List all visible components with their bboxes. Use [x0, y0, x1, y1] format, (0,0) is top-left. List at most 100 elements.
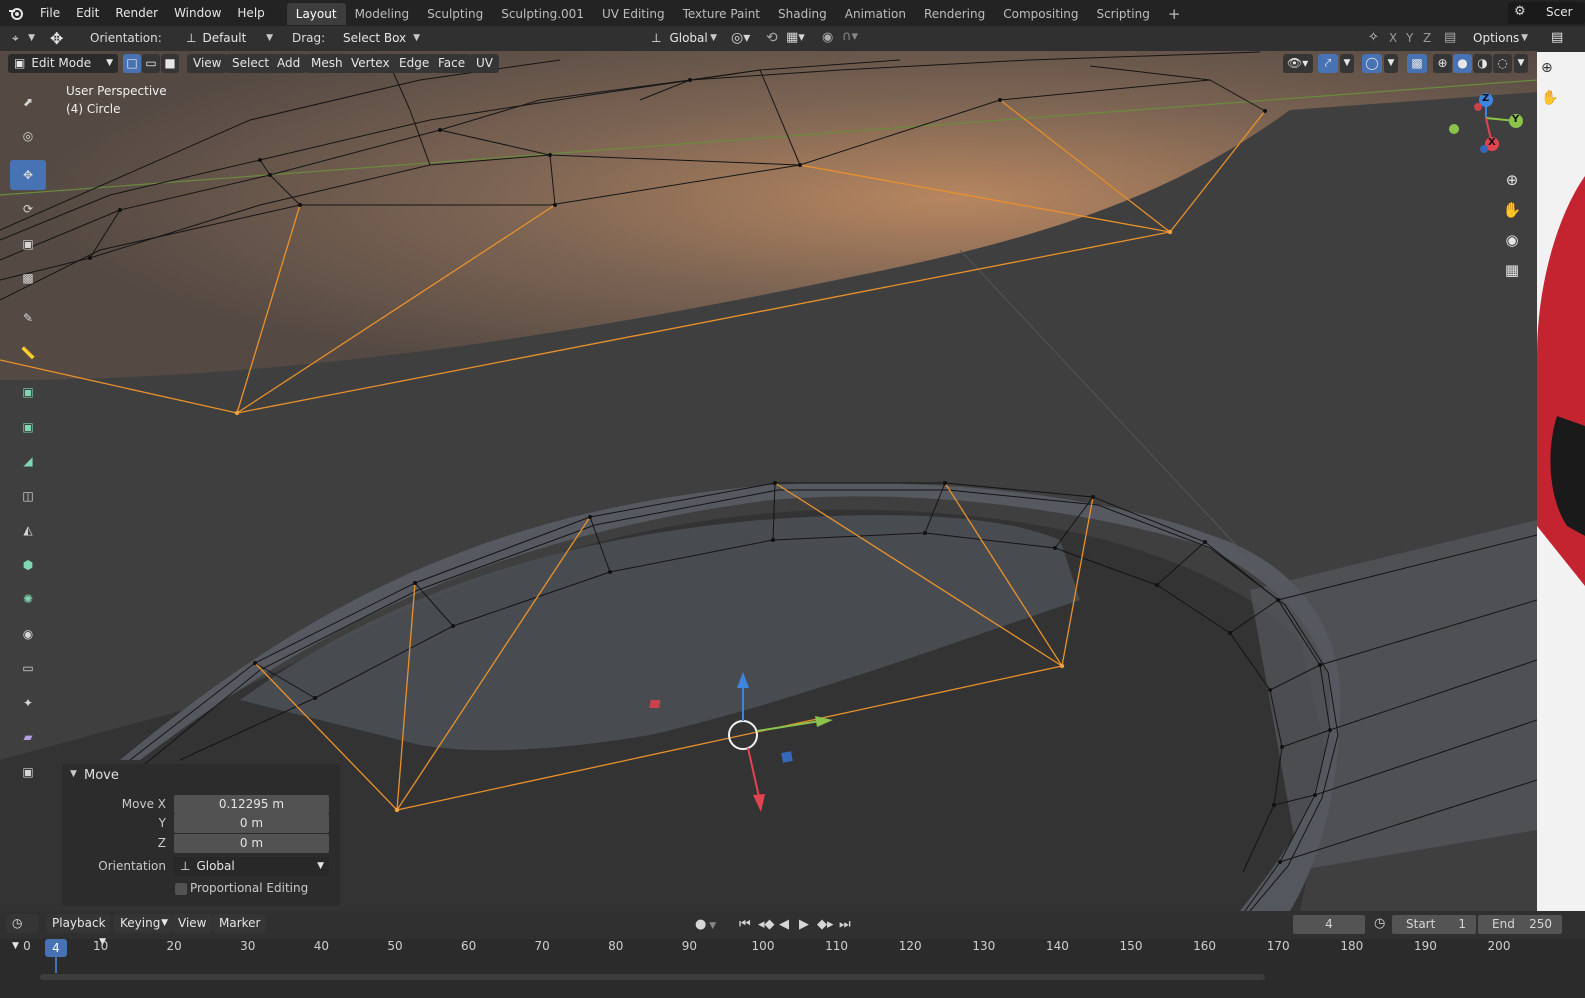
move-operator-panel[interactable]: ▼ Move Move X 0.12295 m Y 0 m Z 0 m Orie… — [62, 764, 340, 906]
visibility-icon[interactable]: 👁▾ — [1283, 54, 1313, 73]
orientation-dropdown[interactable]: ⊥ Default ▼ — [180, 29, 278, 48]
timeline-view-menu[interactable]: View — [172, 914, 213, 933]
material-shading-icon[interactable]: ◑ — [1473, 54, 1492, 73]
extrude-tool-icon[interactable]: ▣ — [10, 377, 46, 407]
snap-icon[interactable]: ⟲ — [766, 30, 778, 46]
pan-hand-icon[interactable]: ✋ — [1500, 199, 1524, 223]
tab-layout[interactable]: Layout — [286, 3, 346, 25]
add-workspace-button[interactable]: + — [1159, 3, 1190, 25]
timeline-scrollbar[interactable] — [40, 974, 1265, 980]
keying-menu[interactable]: Keying ▼ — [114, 914, 172, 933]
menu-window[interactable]: Window — [166, 0, 229, 26]
vertex-select-button[interactable]: □ — [123, 54, 141, 73]
wireframe-shading-icon[interactable]: ⊕ — [1433, 54, 1452, 73]
measure-tool-icon[interactable]: 📏 — [10, 338, 46, 368]
orientation-select[interactable]: ⊥ Global ▼ — [174, 857, 329, 876]
loop-cut-tool-icon[interactable]: ◫ — [10, 481, 46, 511]
next-keyframe-icon[interactable]: ◆▸ — [817, 917, 834, 932]
tab-texture-paint[interactable]: Texture Paint — [674, 3, 769, 25]
playhead[interactable]: 4 — [45, 939, 67, 957]
inset-tool-icon[interactable]: ▣ — [10, 412, 46, 442]
mirror-icon[interactable]: ✧ — [1368, 30, 1379, 45]
edge-slide-tool-icon[interactable]: ▭ — [10, 653, 46, 683]
menu-uv[interactable]: UV — [470, 54, 499, 73]
knife-tool-icon[interactable]: ◭ — [10, 515, 46, 545]
tab-rendering[interactable]: Rendering — [915, 3, 994, 25]
transform-orientation-dropdown[interactable]: ⊥ Global ▼ — [645, 29, 722, 48]
hand-icon[interactable]: ✋ — [1541, 90, 1558, 106]
menu-face[interactable]: Face — [432, 54, 472, 73]
start-frame-field[interactable]: Start 1 — [1392, 915, 1476, 934]
tab-uv-editing[interactable]: UV Editing — [593, 3, 674, 25]
bevel-tool-icon[interactable]: ◢ — [10, 446, 46, 476]
playback-menu[interactable]: Playback ▼ — [46, 914, 110, 947]
rip-tool-icon[interactable]: ▣ — [10, 757, 46, 787]
move-x-field[interactable]: 0.12295 m — [174, 795, 329, 814]
menu-select[interactable]: Select — [226, 54, 276, 73]
tool-settings-menu[interactable]: ⌖ ▼ — [6, 29, 40, 48]
xray-toggle-icon[interactable]: ▩ — [1407, 54, 1427, 73]
drag-dropdown[interactable]: Select Box ▼ — [337, 29, 425, 48]
play-reverse-icon[interactable]: ◀ — [779, 917, 789, 932]
ortho-grid-icon[interactable]: ▦ — [1500, 259, 1524, 283]
tab-modeling[interactable]: Modeling — [346, 3, 419, 25]
scene-selector[interactable]: ⚙ Scer — [1508, 2, 1585, 24]
current-frame-field[interactable]: 4 — [1293, 915, 1365, 934]
zoom-icon[interactable]: ⊕ — [1500, 169, 1524, 193]
select-box-tool-icon[interactable]: ⬈ — [10, 87, 46, 117]
overlay-menu-icon[interactable]: ▼ — [1384, 54, 1398, 73]
menu-edit[interactable]: Edit — [68, 0, 107, 26]
jump-start-icon[interactable]: ⏮ — [739, 917, 751, 932]
menu-file[interactable]: File — [32, 0, 68, 26]
marker-menu[interactable]: Marker — [213, 914, 267, 933]
face-select-button[interactable]: ■ — [161, 54, 179, 73]
editor-type-menu[interactable]: ▣ Edit Mode ▼ — [8, 54, 118, 73]
navigation-gizmo[interactable]: Z Y X — [1440, 88, 1530, 163]
poly-build-tool-icon[interactable]: ⬢ — [10, 550, 46, 580]
move-tool-button-icon[interactable]: ✥ — [10, 160, 46, 190]
options-dropdown[interactable]: Options ▼ — [1467, 29, 1533, 48]
auto-merge-icon[interactable]: ▤ — [1444, 30, 1456, 45]
tab-sculpting[interactable]: Sculpting — [418, 3, 492, 25]
tab-shading[interactable]: Shading — [769, 3, 836, 25]
smooth-tool-icon[interactable]: ◉ — [10, 619, 46, 649]
end-frame-field[interactable]: End 250 — [1478, 915, 1562, 934]
jump-end-icon[interactable]: ⏭ — [839, 917, 851, 932]
tab-animation[interactable]: Animation — [836, 3, 915, 25]
gizmo-menu-icon[interactable]: ▼ — [1340, 54, 1354, 73]
move-y-field[interactable]: 0 m — [174, 814, 329, 833]
tab-scripting[interactable]: Scripting — [1087, 3, 1158, 25]
menu-help[interactable]: Help — [229, 0, 272, 26]
proportional-checkbox[interactable] — [175, 883, 187, 895]
menu-vertex[interactable]: Vertex — [345, 54, 396, 73]
snap-target-icon[interactable]: ▦▾ — [786, 30, 805, 45]
editor-type-icon[interactable]: ▤ — [1551, 30, 1563, 45]
shear-tool-icon[interactable]: ▰ — [10, 722, 46, 752]
falloff-icon[interactable]: ∩▾ — [842, 29, 858, 44]
move-z-field[interactable]: 0 m — [174, 834, 329, 853]
shrink-fatten-tool-icon[interactable]: ✦ — [10, 688, 46, 718]
play-icon[interactable]: ▶ — [799, 917, 809, 932]
axis-y-toggle[interactable]: Y — [1406, 31, 1413, 45]
menu-render[interactable]: Render — [107, 0, 166, 26]
prev-keyframe-icon[interactable]: ◂◆ — [758, 917, 775, 932]
axis-x-toggle[interactable]: X — [1389, 31, 1397, 45]
overlay-toggle-icon[interactable]: ◯ — [1362, 54, 1382, 73]
tab-sculpting-001[interactable]: Sculpting.001 — [492, 3, 593, 25]
axis-z-toggle[interactable]: Z — [1423, 31, 1431, 45]
spin-tool-icon[interactable]: ✺ — [10, 584, 46, 614]
pivot-point-icon[interactable]: ◎▾ — [731, 30, 750, 46]
menu-view[interactable]: View — [187, 54, 228, 73]
menu-edge[interactable]: Edge — [393, 54, 436, 73]
camera-view-icon[interactable]: ◉ — [1500, 229, 1524, 253]
scale-tool-icon[interactable]: ▣ — [10, 229, 46, 259]
clock-icon[interactable]: ◷ — [1374, 916, 1385, 931]
blender-logo-icon[interactable] — [0, 0, 32, 26]
add-icon[interactable]: ⊕ — [1541, 60, 1553, 76]
rotate-tool-icon[interactable]: ⟳ — [10, 194, 46, 224]
solid-shading-icon[interactable]: ● — [1453, 54, 1472, 73]
proportional-edit-icon[interactable]: ◉ — [822, 30, 833, 45]
timeline-editor-type-icon[interactable]: ◷ ▼ — [6, 914, 38, 951]
panel-collapse-icon[interactable]: ▼ — [70, 769, 77, 779]
transform-tool-icon[interactable]: ▩ — [10, 263, 46, 293]
